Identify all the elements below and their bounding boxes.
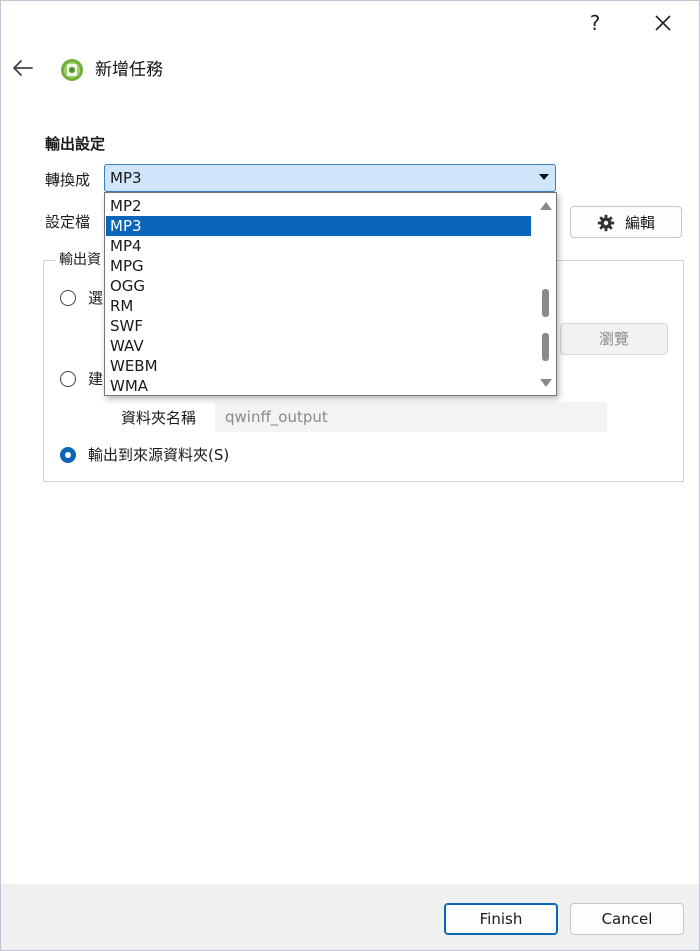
dropdown-option-wav[interactable]: WAV bbox=[106, 336, 531, 356]
back-button[interactable] bbox=[10, 56, 36, 80]
back-arrow-icon bbox=[13, 60, 33, 76]
cancel-button[interactable]: Cancel bbox=[570, 903, 684, 935]
qwinff-app-icon bbox=[60, 58, 84, 82]
wizard-title: 新增任務 bbox=[95, 60, 163, 80]
dropdown-option-ogg[interactable]: OGG bbox=[106, 276, 531, 296]
format-dropdown-list[interactable]: MP2 MP3 MP4 MPG OGG RM SWF WAV WEBM WMA bbox=[104, 192, 557, 396]
browse-button[interactable]: 瀏覽 bbox=[560, 323, 668, 355]
scrollbar-thumb-lower[interactable] bbox=[542, 333, 549, 361]
edit-button-label: 編輯 bbox=[625, 214, 656, 232]
preset-label: 設定檔 bbox=[45, 213, 91, 231]
dropdown-option-mp3[interactable]: MP3 bbox=[106, 216, 531, 236]
dropdown-option-webm[interactable]: WEBM bbox=[106, 356, 531, 376]
edit-preset-button[interactable]: 編輯 bbox=[570, 206, 682, 238]
close-icon bbox=[655, 15, 671, 31]
radio-select-folder[interactable] bbox=[60, 290, 76, 306]
help-button[interactable]: ? bbox=[584, 10, 606, 36]
radio-create-folder[interactable] bbox=[60, 371, 76, 387]
scroll-up-arrow-icon[interactable] bbox=[540, 202, 552, 210]
dropdown-option-mpg[interactable]: MPG bbox=[106, 256, 531, 276]
folder-name-label: 資料夾名稱 bbox=[121, 409, 197, 427]
radio-create-folder-label: 建 bbox=[88, 370, 104, 388]
dropdown-option-rm[interactable]: RM bbox=[106, 296, 531, 316]
dropdown-option-mp4[interactable]: MP4 bbox=[106, 236, 531, 256]
chevron-down-icon bbox=[539, 174, 549, 180]
convert-to-label: 轉換成 bbox=[45, 171, 91, 189]
format-combobox[interactable]: MP3 bbox=[104, 164, 556, 192]
dropdown-scrollbar[interactable] bbox=[534, 193, 556, 395]
close-button[interactable] bbox=[650, 10, 676, 36]
gear-icon bbox=[597, 214, 615, 232]
radio-output-to-source-label: 輸出到來源資料夾(S) bbox=[88, 446, 230, 464]
dropdown-option-wma[interactable]: WMA bbox=[106, 376, 531, 395]
output-settings-heading: 輸出設定 bbox=[45, 135, 106, 153]
output-folder-group-title: 輸出資 bbox=[56, 250, 104, 270]
format-combobox-value: MP3 bbox=[110, 169, 142, 187]
finish-button[interactable]: Finish bbox=[444, 903, 558, 935]
folder-name-input[interactable] bbox=[215, 402, 607, 432]
radio-output-to-source[interactable] bbox=[60, 447, 76, 463]
dropdown-option-swf[interactable]: SWF bbox=[106, 316, 531, 336]
radio-select-folder-label: 選 bbox=[88, 289, 104, 307]
dropdown-option-mp2[interactable]: MP2 bbox=[106, 196, 531, 216]
scrollbar-thumb[interactable] bbox=[542, 289, 549, 317]
scroll-down-arrow-icon[interactable] bbox=[540, 379, 552, 387]
